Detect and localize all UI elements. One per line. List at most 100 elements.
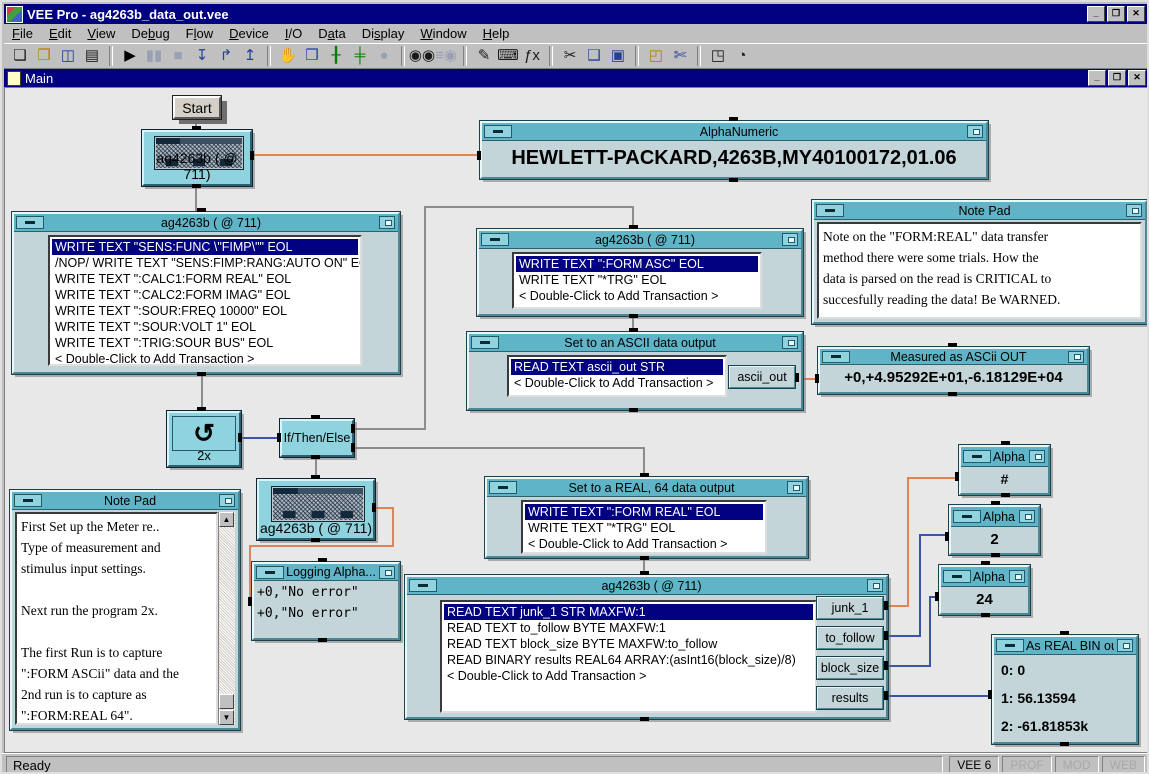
measured-ascii-node[interactable]: Measured as ASCii OUT +0,+4.95292E+01,-6…: [818, 347, 1089, 394]
node-titlebar[interactable]: ag4263b ( @ 711): [479, 231, 801, 249]
resize-corner-icon[interactable]: [1126, 204, 1142, 217]
align-objects-icon[interactable]: ╂: [324, 45, 348, 67]
menu-view[interactable]: View: [79, 25, 123, 42]
list-row[interactable]: WRITE TEXT ":TRIG:SOUR BUS" EOL: [52, 335, 358, 351]
menu-debug[interactable]: Debug: [123, 25, 177, 42]
resize-corner-icon[interactable]: [379, 216, 395, 229]
menu-file[interactable]: File: [4, 25, 41, 42]
step-over-icon[interactable]: ↱: [214, 45, 238, 67]
resize-corner-icon[interactable]: [219, 494, 235, 507]
list-row[interactable]: WRITE TEXT ":CALC1:FORM REAL" EOL: [52, 271, 358, 287]
scroll-down-icon[interactable]: ▼: [219, 710, 234, 725]
minimize-icon[interactable]: [943, 570, 971, 583]
list-row[interactable]: WRITE TEXT "*TRG" EOL: [525, 520, 763, 536]
node-titlebar[interactable]: Alpha...: [961, 447, 1048, 467]
minimize-icon[interactable]: [996, 639, 1024, 652]
node-titlebar[interactable]: ag4263b ( @ 711): [407, 577, 886, 595]
menu-window[interactable]: Window: [412, 25, 474, 42]
copy-icon[interactable]: ❑: [582, 45, 606, 67]
list-row[interactable]: READ TEXT junk_1 STR MAXFW:1: [444, 604, 813, 620]
resize-corner-icon[interactable]: [379, 566, 395, 579]
properties-icon[interactable]: ✎: [472, 45, 496, 67]
list-row[interactable]: WRITE TEXT ":FORM ASC" EOL: [516, 256, 758, 272]
minimize-icon[interactable]: [16, 216, 44, 229]
node-titlebar[interactable]: Alpha...: [951, 507, 1038, 527]
list-row[interactable]: < Double-Click to Add Transaction >: [525, 536, 763, 552]
prune-wires-icon[interactable]: ✄: [668, 45, 692, 67]
start-button[interactable]: Start: [173, 96, 221, 119]
node-titlebar[interactable]: ag4263b ( @ 711): [14, 214, 398, 232]
transaction-list[interactable]: WRITE TEXT "SENS:FUNC \"FIMP\"" EOL/NOP/…: [48, 235, 362, 366]
minimize-icon[interactable]: [816, 204, 844, 217]
main-restore-button[interactable]: ❐: [1108, 70, 1126, 86]
minimize-icon[interactable]: [481, 233, 509, 246]
clock-icon[interactable]: ●: [372, 45, 396, 67]
menu-edit[interactable]: Edit: [41, 25, 79, 42]
node-titlebar[interactable]: As REAL BIN out: [994, 637, 1136, 655]
clean-up-lines-icon[interactable]: ╪: [348, 45, 372, 67]
function-builder-icon[interactable]: ƒx: [520, 45, 544, 67]
step-out-icon[interactable]: ↥: [238, 45, 262, 67]
pause-icon[interactable]: ▮▮: [142, 45, 166, 67]
list-row[interactable]: WRITE TEXT ":SOUR:FREQ 10000" EOL: [52, 303, 358, 319]
save-icon[interactable]: ◫: [56, 45, 80, 67]
output-terminal-block_size[interactable]: block_size: [817, 657, 883, 679]
main-close-button[interactable]: ✕: [1128, 70, 1146, 86]
main-minimize-button[interactable]: _: [1088, 70, 1106, 86]
minimize-icon[interactable]: [963, 450, 991, 463]
main-window-titlebar[interactable]: Main _ ❐ ✕: [4, 69, 1149, 87]
resize-corner-icon[interactable]: [1009, 570, 1025, 583]
list-row[interactable]: /NOP/ WRITE TEXT "SENS:FIMP:RANG:AUTO ON…: [52, 255, 358, 271]
alphanumeric-node-tofollow[interactable]: Alpha... 2: [949, 505, 1040, 555]
output-terminal-ascii-out[interactable]: ascii_out: [729, 366, 795, 388]
minimize-icon[interactable]: [484, 125, 512, 138]
find-icon[interactable]: ◉◉: [410, 45, 434, 67]
scroll-up-icon[interactable]: ▲: [219, 512, 234, 527]
stopwatch-icon[interactable]: ◔: [730, 45, 754, 67]
node-titlebar[interactable]: Alpha...: [941, 567, 1028, 587]
window-titlebar[interactable]: VEE Pro - ag4263b_data_out.vee _ ❐ ✕: [4, 4, 1147, 24]
restore-button[interactable]: ❐: [1107, 6, 1125, 22]
node-titlebar[interactable]: Logging Alpha...: [254, 564, 398, 581]
find-next-icon[interactable]: ≡◉: [434, 45, 458, 67]
minimize-icon[interactable]: [489, 481, 517, 494]
resize-corner-icon[interactable]: [782, 233, 798, 246]
menu-io[interactable]: I/O: [277, 25, 310, 42]
menu-flow[interactable]: Flow: [178, 25, 221, 42]
minimize-icon[interactable]: [256, 566, 284, 579]
minimize-icon[interactable]: [471, 336, 499, 349]
pan-hand-icon[interactable]: ✋: [276, 45, 300, 67]
list-row[interactable]: < Double-Click to Add Transaction >: [511, 375, 723, 391]
output-terminal-results[interactable]: results: [817, 687, 883, 709]
list-row[interactable]: READ BINARY results REAL64 ARRAY:(asInt1…: [444, 652, 813, 668]
alphanumeric-node-blocksize[interactable]: Alpha... 24: [939, 565, 1030, 615]
stop-icon[interactable]: ■: [166, 45, 190, 67]
minimize-icon[interactable]: [409, 579, 437, 592]
windows-objects-icon[interactable]: ❒: [300, 45, 324, 67]
list-row[interactable]: < Double-Click to Add Transaction >: [52, 351, 358, 366]
logging-alphanumeric-node[interactable]: Logging Alpha... +0,"No error"+0,"No err…: [252, 562, 400, 640]
direct-io-node-setup[interactable]: ag4263b ( @ 711) WRITE TEXT "SENS:FUNC \…: [12, 212, 400, 374]
list-row[interactable]: WRITE TEXT ":FORM REAL" EOL: [525, 504, 763, 520]
menu-display[interactable]: Display: [354, 25, 413, 42]
list-row[interactable]: READ TEXT block_size BYTE MAXFW:to_follo…: [444, 636, 813, 652]
list-row[interactable]: READ TEXT to_follow BYTE MAXFW:1: [444, 620, 813, 636]
transaction-list[interactable]: WRITE TEXT ":FORM REAL" EOLWRITE TEXT "*…: [521, 500, 767, 554]
direct-io-node-form-real[interactable]: Set to a REAL, 64 data output WRITE TEXT…: [485, 477, 808, 558]
list-row[interactable]: WRITE TEXT "SENS:FUNC \"FIMP\"" EOL: [52, 239, 358, 255]
direct-io-node-form-asc[interactable]: ag4263b ( @ 711) WRITE TEXT ":FORM ASC" …: [477, 229, 803, 316]
run-icon[interactable]: ▶: [118, 45, 142, 67]
note-text[interactable]: Note on the "FORM:REAL" data transfermet…: [817, 222, 1142, 319]
menu-help[interactable]: Help: [475, 25, 518, 42]
instrument-manager-icon[interactable]: ⌨: [496, 45, 520, 67]
node-titlebar[interactable]: Set to a REAL, 64 data output: [487, 479, 806, 497]
transaction-list[interactable]: READ TEXT ascii_out STR< Double-Click to…: [507, 355, 727, 397]
minimize-icon[interactable]: [953, 510, 981, 523]
resize-corner-icon[interactable]: [867, 579, 883, 592]
print-icon[interactable]: ▤: [80, 45, 104, 67]
step-into-icon[interactable]: ↧: [190, 45, 214, 67]
open-folder-icon[interactable]: ❐: [32, 45, 56, 67]
list-row[interactable]: < Double-Click to Add Transaction >: [516, 288, 758, 304]
note-text[interactable]: First Set up the Meter re..Type of measu…: [15, 512, 218, 725]
alphanumeric-node-junk[interactable]: Alpha... #: [959, 445, 1050, 495]
